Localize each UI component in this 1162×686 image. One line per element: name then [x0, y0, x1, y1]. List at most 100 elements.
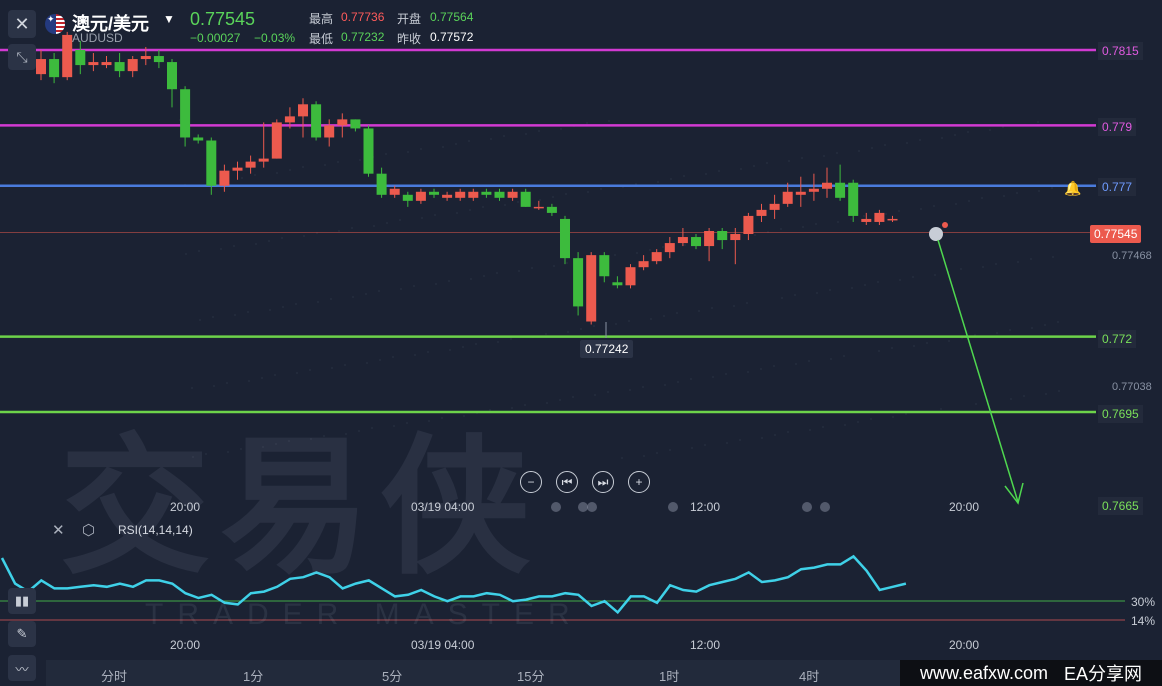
candle-body	[271, 122, 282, 159]
time-label-3: 12:00	[690, 500, 721, 514]
candle-body	[835, 182, 846, 198]
candle-body	[206, 140, 217, 186]
alert-dot	[942, 222, 948, 228]
rsi-settings-icon[interactable]: ⬡	[82, 521, 95, 539]
symbol-code: AUDUSD	[72, 31, 123, 45]
candle-body	[62, 34, 73, 78]
zoom-out-button[interactable]: −	[520, 471, 542, 493]
candle-body	[625, 267, 636, 286]
candle-body	[284, 116, 295, 123]
level-label-5: 0.7695	[1098, 405, 1143, 423]
candle-body	[481, 191, 492, 195]
low-label: 最低	[309, 32, 334, 46]
candle-body	[415, 191, 426, 201]
chart-type-button[interactable]: 〰	[8, 655, 36, 681]
candle-body	[717, 231, 728, 241]
current-price-tag: 0.77545	[1090, 225, 1142, 243]
candle-body	[599, 255, 610, 277]
event-marker	[551, 502, 561, 512]
timeframe-5m[interactable]: 5分	[382, 666, 402, 685]
alert-bell-icon[interactable]: 🔔	[1064, 180, 1081, 197]
candle-body	[140, 56, 151, 60]
watermark-subtitle: TRADER MASTER	[145, 598, 584, 631]
candle-body	[874, 212, 885, 222]
price-change-pct: −0.03%	[254, 31, 296, 45]
prev-close-value: 0.77572	[430, 30, 474, 44]
timeframe-4h[interactable]: 4时	[799, 666, 819, 685]
prev-close-label: 昨收	[397, 32, 422, 46]
high-value: 0.77736	[341, 10, 385, 24]
level-label-1: 0.7815	[1098, 42, 1143, 60]
au-flag-icon: ✦	[45, 14, 65, 34]
timeframe-15m[interactable]: 15分	[517, 666, 544, 685]
rsi-time-label-4: 20:00	[949, 638, 980, 652]
candle-body	[560, 218, 570, 259]
collapse-icon: ⤡	[16, 48, 28, 65]
level-label-6: 0.7665	[1098, 497, 1143, 515]
candle-body	[520, 191, 531, 207]
candle-body	[180, 89, 191, 138]
candle-body	[376, 173, 387, 195]
candle-body	[193, 137, 204, 141]
candle-body	[664, 243, 675, 253]
candle-body	[494, 191, 505, 198]
candle-body	[167, 62, 177, 90]
axis-tick-1: 0.77468	[1112, 250, 1152, 262]
pencil-icon: ✎	[16, 626, 28, 641]
collapse-button[interactable]: ⤡	[8, 44, 36, 70]
candle-body	[49, 59, 60, 78]
high-label: 最高	[309, 12, 334, 26]
event-marker	[802, 502, 812, 512]
candle-body	[743, 215, 754, 235]
draw-tool-button[interactable]: ✎	[8, 621, 36, 647]
candle-body	[533, 206, 544, 209]
scroll-left-button[interactable]: ⏮	[556, 471, 578, 493]
candle-body	[677, 237, 688, 244]
rsi-upper-label: 30%	[1131, 595, 1156, 609]
symbol-dropdown-icon[interactable]: ▼	[163, 12, 175, 26]
brand-name: EA分享网	[1064, 664, 1143, 684]
indicator-tool-button[interactable]: ▮▮	[8, 588, 36, 614]
candle-body	[311, 104, 322, 138]
candle-body	[36, 59, 46, 75]
candle-body	[887, 218, 898, 221]
timeframe-tick[interactable]: 分时	[101, 666, 127, 685]
candle-body	[822, 182, 832, 189]
candle-body	[507, 191, 518, 198]
brand-banner: www.eafxw.com EA分享网	[900, 660, 1162, 686]
event-marker	[668, 502, 678, 512]
scroll-right-button[interactable]: ⏭	[592, 471, 614, 493]
candle-body	[468, 191, 479, 198]
close-icon: ✕	[14, 13, 30, 34]
open-label: 开盘	[397, 12, 422, 26]
close-button[interactable]: ✕	[8, 10, 36, 38]
candle-body	[75, 50, 86, 66]
line-chart-icon: 〰	[15, 661, 29, 677]
candle-body	[612, 282, 623, 286]
brand-site: www.eafxw.com	[919, 662, 1049, 683]
rsi-close-icon[interactable]: ✕	[52, 521, 65, 539]
candle-body	[861, 218, 872, 222]
timeframe-1m[interactable]: 1分	[243, 666, 263, 685]
candle-body	[455, 191, 466, 198]
timeframe-1h[interactable]: 1时	[659, 666, 679, 685]
candle-body	[730, 234, 741, 241]
min-price-marker: 0.77242	[580, 340, 634, 358]
event-marker	[820, 502, 830, 512]
candle-body	[402, 194, 413, 201]
candle-body	[442, 194, 453, 198]
candle-body	[127, 59, 138, 72]
rsi-time-label-3: 12:00	[690, 638, 721, 652]
candle-body	[337, 119, 348, 126]
time-label-4: 20:00	[949, 500, 980, 514]
candle-body	[219, 170, 230, 186]
level-label-3: 0.777	[1098, 178, 1137, 196]
price-change: −0.00027	[190, 31, 241, 45]
event-marker	[587, 502, 597, 512]
info-icon	[929, 227, 943, 241]
candle-body	[350, 119, 361, 129]
zoom-in-button[interactable]: +	[628, 471, 650, 493]
forecast-arrowhead	[1004, 482, 1024, 505]
open-value: 0.77564	[430, 10, 474, 24]
level-label-2: 0.779	[1098, 118, 1137, 136]
